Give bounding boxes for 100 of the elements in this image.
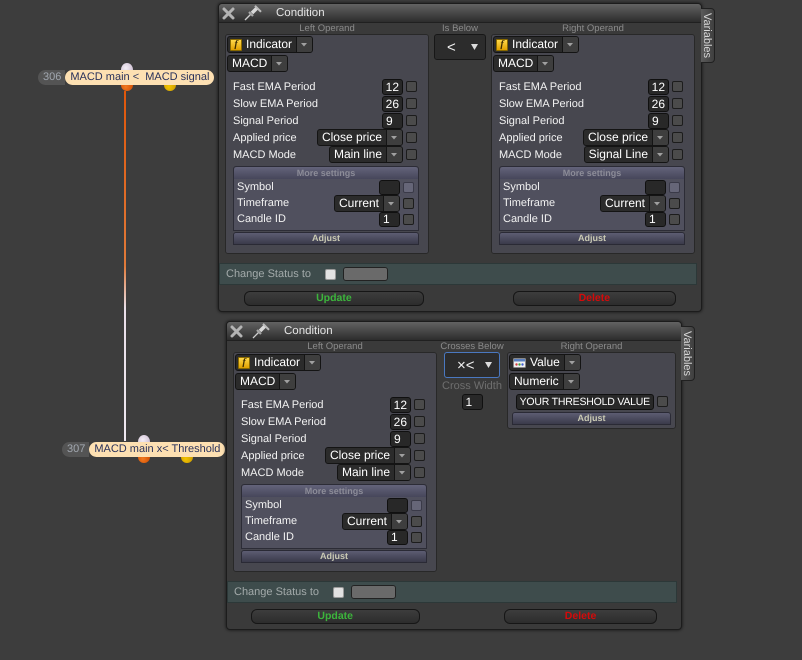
input-field[interactable]: 9 <box>648 112 669 128</box>
checkbox[interactable] <box>325 268 336 280</box>
input-field[interactable]: 1 <box>387 530 408 544</box>
checkbox[interactable] <box>406 81 417 92</box>
input-field[interactable]: 26 <box>382 96 403 112</box>
parameter-dropdown[interactable]: Close price <box>582 129 669 146</box>
parameter-label: Candle ID <box>237 213 286 225</box>
checkbox[interactable] <box>406 98 417 109</box>
input-field[interactable] <box>379 180 400 194</box>
checkbox[interactable] <box>414 416 425 427</box>
checkbox[interactable] <box>406 115 417 126</box>
checkbox[interactable] <box>333 586 344 598</box>
parameter-label: Fast EMA Period <box>241 398 324 410</box>
port-icon[interactable] <box>181 457 194 463</box>
input-field[interactable]: 9 <box>390 430 411 446</box>
source-dropdown[interactable]: Value <box>509 354 581 371</box>
input-field[interactable] <box>343 267 388 281</box>
input-field[interactable]: 26 <box>648 96 669 112</box>
parameter-dropdown[interactable]: Current <box>334 194 400 212</box>
update-button[interactable]: Update <box>244 291 424 306</box>
operator-dropdown[interactable]: < <box>434 34 486 60</box>
source-dropdown[interactable]: f Indicator <box>227 36 314 53</box>
port-icon[interactable] <box>138 457 150 463</box>
source-dropdown[interactable]: f Indicator <box>235 354 322 371</box>
checkbox[interactable] <box>414 399 425 410</box>
checkbox[interactable] <box>411 532 422 542</box>
function-icon: f <box>496 38 508 50</box>
input-field[interactable]: 12 <box>648 78 669 94</box>
pushpin-icon[interactable] <box>252 323 270 339</box>
input-field[interactable] <box>645 180 666 194</box>
parameter-dropdown[interactable]: Close price <box>316 129 403 146</box>
checkbox[interactable] <box>414 433 425 444</box>
caret-icon <box>562 37 578 52</box>
column-heading: Left Operand <box>299 24 355 34</box>
parameter-label: Timeframe <box>237 197 290 209</box>
parameter-dropdown[interactable]: Main line <box>328 146 403 163</box>
type-dropdown[interactable]: MACD <box>493 55 554 72</box>
parameter-dropdown[interactable]: Signal Line <box>584 146 669 163</box>
adjust-button[interactable]: Adjust <box>512 412 671 425</box>
side-tab[interactable]: Variables <box>701 8 715 63</box>
input-field[interactable]: 9 <box>382 112 403 128</box>
type-dropdown[interactable]: MACD <box>227 55 288 72</box>
checkbox[interactable] <box>672 149 683 160</box>
window-title: Condition <box>276 7 325 19</box>
port-icon[interactable] <box>120 63 133 70</box>
caret-icon <box>391 514 407 528</box>
column-heading: Right Operand <box>562 24 624 34</box>
node-label[interactable]: MACD main < MACD signal <box>65 70 214 85</box>
parameter-label: Applied price <box>499 132 563 144</box>
close-icon[interactable] <box>230 324 243 338</box>
input-field[interactable]: 1 <box>462 394 482 410</box>
column-heading: Crosses Below <box>440 342 504 352</box>
input-field[interactable]: 1 <box>379 212 400 226</box>
parameter-label: Candle ID <box>503 213 552 225</box>
adjust-button[interactable]: Adjust <box>241 550 427 563</box>
parameter-dropdown[interactable]: Current <box>600 194 666 212</box>
port-icon[interactable] <box>138 435 150 442</box>
checkbox[interactable] <box>672 98 683 109</box>
input-field[interactable] <box>351 585 396 599</box>
parameter-label: MACD Mode <box>233 148 296 160</box>
update-button[interactable]: Update <box>250 609 420 624</box>
checkbox[interactable] <box>672 115 683 126</box>
input-field[interactable] <box>387 498 408 512</box>
caret-icon <box>386 147 402 162</box>
node-label[interactable]: MACD main x< Threshold <box>89 442 226 457</box>
port-icon[interactable] <box>164 85 176 91</box>
checkbox[interactable] <box>669 214 680 224</box>
parameter-label: Slow EMA Period <box>233 98 318 110</box>
adjust-button[interactable]: Adjust <box>499 232 685 245</box>
caret-icon <box>386 130 402 145</box>
checkbox[interactable] <box>669 198 680 208</box>
type-dropdown[interactable]: Numeric <box>509 373 580 390</box>
port-icon[interactable] <box>120 85 133 91</box>
parameter-dropdown[interactable]: Current <box>342 512 408 530</box>
checkbox[interactable] <box>403 198 414 208</box>
type-dropdown[interactable]: MACD <box>235 373 296 390</box>
pushpin-icon[interactable] <box>244 5 262 21</box>
source-dropdown[interactable]: f Indicator <box>493 36 580 53</box>
checkbox[interactable] <box>406 149 417 160</box>
parameter-label: Timeframe <box>245 515 298 527</box>
operator-dropdown[interactable]: ×< <box>444 352 500 378</box>
input-field[interactable]: 12 <box>390 396 411 412</box>
checkbox[interactable] <box>411 516 422 526</box>
caret-icon <box>562 374 579 389</box>
checkbox[interactable] <box>672 81 683 92</box>
checkbox[interactable] <box>672 132 683 143</box>
adjust-button[interactable]: Adjust <box>233 232 419 245</box>
side-tab[interactable]: Variables <box>681 326 695 381</box>
checkbox[interactable] <box>406 132 417 143</box>
input-field[interactable]: 12 <box>382 78 403 94</box>
checkbox[interactable] <box>414 467 425 478</box>
input-field[interactable]: YOUR THRESHOLD VALUE <box>516 394 654 410</box>
parameter-dropdown[interactable]: Close price <box>324 447 411 464</box>
close-icon[interactable] <box>222 6 235 20</box>
input-field[interactable]: 26 <box>390 414 411 430</box>
checkbox[interactable] <box>657 396 668 407</box>
checkbox[interactable] <box>403 214 414 224</box>
parameter-dropdown[interactable]: Main line <box>336 464 411 481</box>
checkbox[interactable] <box>414 450 425 461</box>
input-field[interactable]: 1 <box>645 212 666 226</box>
